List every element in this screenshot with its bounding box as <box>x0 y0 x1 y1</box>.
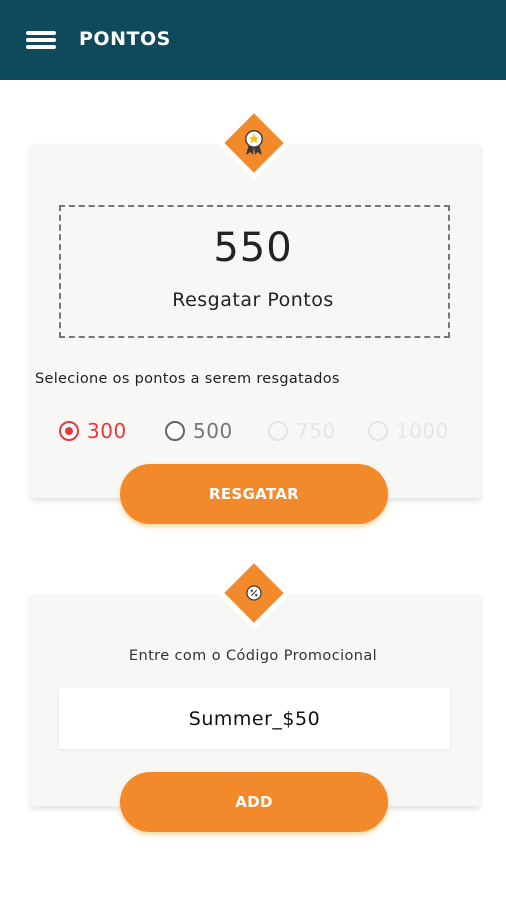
award-ribbon-icon <box>245 130 263 155</box>
promo-code-label: Entre com o Código Promocional <box>128 648 378 664</box>
points-option-label: 1000 <box>396 419 449 443</box>
radio-selected-icon[interactable] <box>59 421 79 441</box>
app-bar: PONTOS <box>0 0 506 80</box>
percent-badge-icon <box>246 585 262 601</box>
points-balance-label: Resgatar Pontos <box>172 289 334 311</box>
radio-disabled-icon <box>268 421 288 441</box>
hamburger-menu-icon[interactable] <box>26 28 60 52</box>
select-points-label: Selecione os pontos a serem resgatados <box>35 371 340 387</box>
points-option-label: 500 <box>193 419 233 443</box>
page-title: PONTOS <box>79 28 171 50</box>
radio-unselected-icon[interactable] <box>165 421 185 441</box>
add-promo-button[interactable]: ADD <box>120 772 388 832</box>
promo-code-input[interactable] <box>59 688 450 749</box>
radio-disabled-icon <box>368 421 388 441</box>
redeem-button[interactable]: RESGATAR <box>120 464 388 524</box>
points-option-label: 750 <box>296 419 336 443</box>
points-balance-value: 550 <box>213 225 293 271</box>
points-option-750: 750 <box>268 419 336 443</box>
points-option-300[interactable]: 300 <box>59 419 127 443</box>
points-option-500[interactable]: 500 <box>165 419 233 443</box>
points-option-label: 300 <box>87 419 127 443</box>
points-option-1000: 1000 <box>368 419 449 443</box>
